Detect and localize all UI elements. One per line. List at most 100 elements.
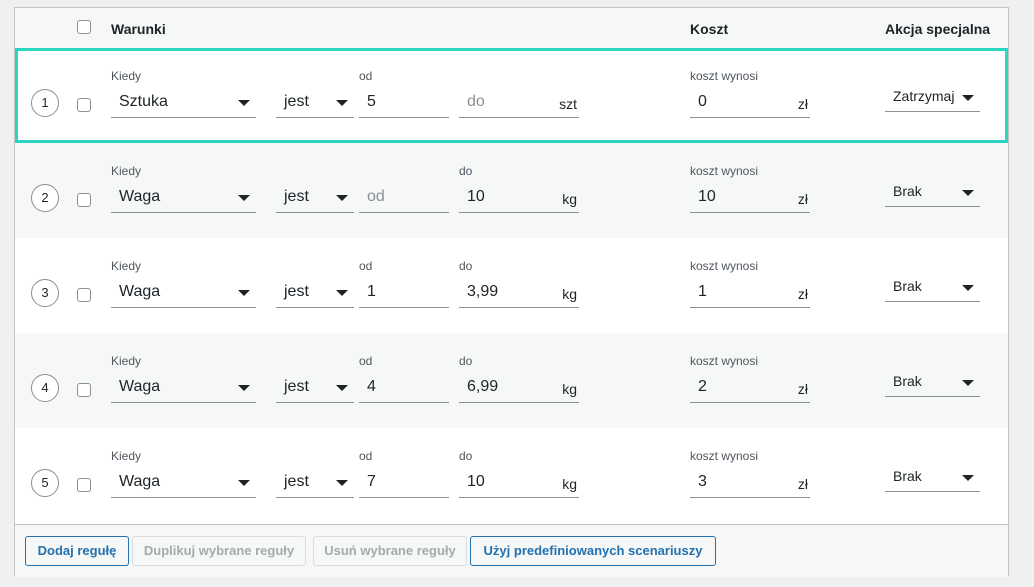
chevron-down-icon [962,190,974,196]
chevron-down-icon [962,475,974,481]
remove-selected-button[interactable]: Usuń wybrane reguły [313,536,467,566]
to-placeholder: do [467,93,485,110]
when-label: Kiedy [111,259,142,273]
rule-number: 2 [31,184,59,212]
currency-label: zł [797,191,808,207]
cost-value: 1 [698,283,707,300]
from-input[interactable]: 7 [359,469,449,498]
condition-value: Waga [119,378,161,395]
operator-select[interactable]: jest [276,469,354,498]
cost-label: koszt wynosi [690,449,759,463]
operator-select[interactable]: jest [276,89,354,118]
special-action-select[interactable]: Brak [885,464,980,492]
from-input[interactable]: 1 [359,279,449,308]
table-footer: Dodaj regułę Duplikuj wybrane reguły Usu… [15,524,1008,577]
to-input[interactable]: 10 kg [459,469,579,498]
to-label: do [459,354,473,368]
to-input[interactable]: 6,99 kg [459,374,579,403]
special-action-select[interactable]: Brak [885,274,980,302]
rule-number: 5 [31,469,59,497]
to-value: 10 [467,188,485,205]
special-action-select[interactable]: Brak [885,369,980,397]
unit-label: szt [559,96,577,112]
cost-input[interactable]: 10 zł [690,184,810,213]
to-input[interactable]: do szt [459,89,579,118]
duplicate-selected-button[interactable]: Duplikuj wybrane reguły [132,536,306,566]
from-value: 4 [367,378,376,395]
rule-row: 3 Kiedy Waga jest od 1 do 3,99 kg koszt … [15,238,1008,333]
special-action-value: Brak [893,468,922,484]
unit-label: kg [562,476,577,492]
operator-value: jest [284,378,309,395]
chevron-down-icon [336,385,348,391]
chevron-down-icon [238,480,250,486]
currency-label: zł [797,96,808,112]
condition-select[interactable]: Waga [111,184,256,213]
operator-select[interactable]: jest [276,374,354,403]
operator-value: jest [284,93,309,110]
from-label: od [359,259,373,273]
currency-label: zł [797,476,808,492]
chevron-down-icon [336,100,348,106]
operator-select[interactable]: jest [276,184,354,213]
select-all-checkbox[interactable] [77,20,91,34]
chevron-down-icon [238,195,250,201]
condition-select[interactable]: Waga [111,469,256,498]
to-label: do [459,259,473,273]
header-conditions: Warunki [111,21,166,37]
from-label: od [359,69,373,83]
condition-select[interactable]: Waga [111,279,256,308]
to-value: 3,99 [467,283,499,300]
rule-checkbox[interactable] [77,383,91,397]
unit-label: kg [562,381,577,397]
rule-number: 1 [31,89,59,117]
from-value: 7 [367,473,376,490]
special-action-select[interactable]: Zatrzymaj [885,84,980,112]
from-input[interactable]: od [359,184,449,213]
rule-checkbox[interactable] [77,288,91,302]
to-value: 6,99 [467,378,499,395]
cost-input[interactable]: 2 zł [690,374,810,403]
from-label: od [359,354,373,368]
to-value: 10 [467,473,485,490]
rule-row: 2 Kiedy Waga jest od do 10 kg koszt wyno… [15,143,1008,238]
to-label: do [459,164,473,178]
to-input[interactable]: 10 kg [459,184,579,213]
from-label: od [359,449,373,463]
rule-number: 3 [31,279,59,307]
cost-value: 3 [698,473,707,490]
cost-value: 2 [698,378,707,395]
rule-checkbox[interactable] [77,98,91,112]
cost-input[interactable]: 0 zł [690,89,810,118]
cost-value: 0 [698,93,707,110]
operator-value: jest [284,473,309,490]
chevron-down-icon [962,380,974,386]
header-action: Akcja specjalna [885,21,991,37]
chevron-down-icon [238,100,250,106]
rule-number: 4 [31,374,59,402]
when-label: Kiedy [111,354,142,368]
rule-row: 5 Kiedy Waga jest od 7 do 10 kg koszt wy… [15,428,1008,523]
rule-checkbox[interactable] [77,193,91,207]
chevron-down-icon [962,285,974,291]
to-input[interactable]: 3,99 kg [459,279,579,308]
currency-label: zł [797,286,808,302]
cost-input[interactable]: 1 zł [690,279,810,308]
from-input[interactable]: 4 [359,374,449,403]
condition-value: Waga [119,283,161,300]
when-label: Kiedy [111,164,142,178]
condition-select[interactable]: Waga [111,374,256,403]
condition-value: Waga [119,473,161,490]
from-input[interactable]: 5 [359,89,449,118]
special-action-select[interactable]: Brak [885,179,980,207]
currency-label: zł [797,381,808,397]
operator-value: jest [284,283,309,300]
rule-checkbox[interactable] [77,478,91,492]
condition-select[interactable]: Sztuka [111,89,256,118]
use-predefined-scenarios-button[interactable]: Użyj predefiniowanych scenariuszy [470,536,716,566]
from-value: 1 [367,283,376,300]
operator-select[interactable]: jest [276,279,354,308]
cost-input[interactable]: 3 zł [690,469,810,498]
add-rule-button[interactable]: Dodaj regułę [25,536,129,566]
rule-row: 4 Kiedy Waga jest od 4 do 6,99 kg koszt … [15,333,1008,428]
